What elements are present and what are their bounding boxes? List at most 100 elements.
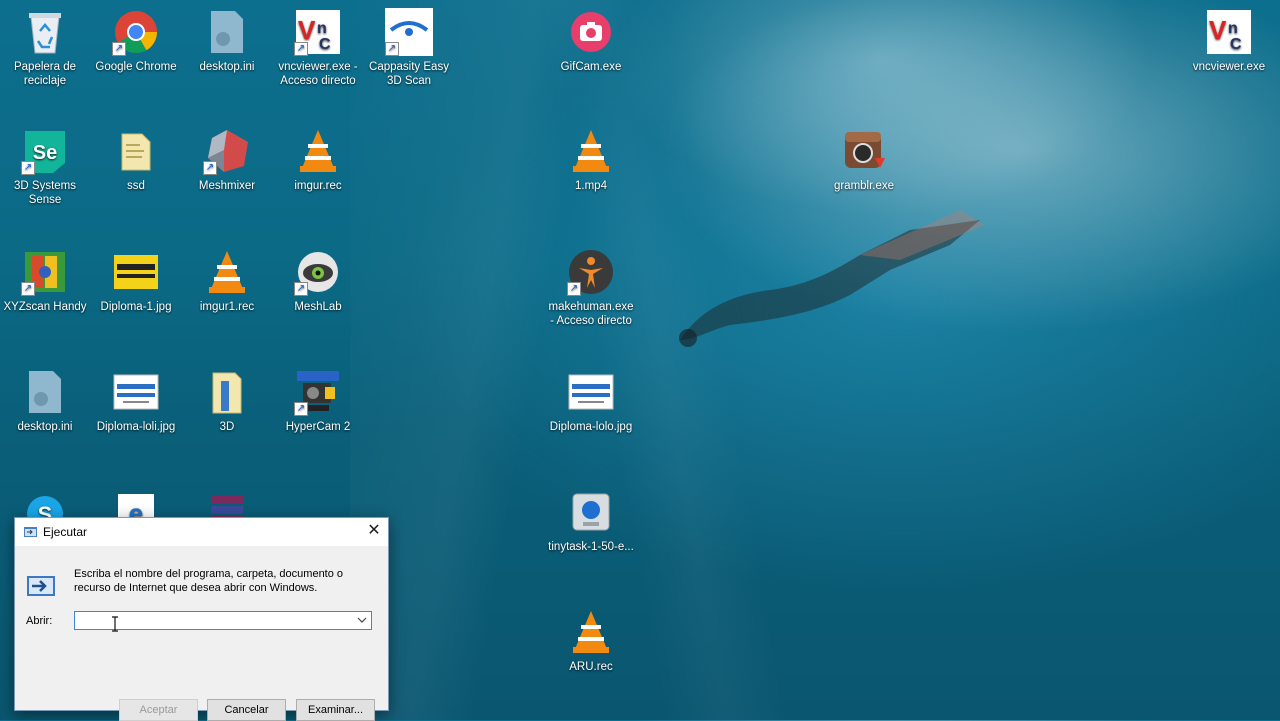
icon-label: Meshmixer [198,180,256,192]
dialog-titlebar[interactable]: Ejecutar ✕ [15,518,388,546]
desktop-icon-makehuman[interactable]: ↗ makehuman.exe - Acceso directo [546,248,636,328]
gramblr-icon [840,127,888,175]
folder-icon [112,127,160,175]
makehuman-icon: ↗ [567,248,615,296]
desktop-icon-xyzscan[interactable]: ↗ XYZscan Handy [0,248,90,314]
desktop-icon-vncviewer[interactable]: VnC vncviewer.exe [1184,8,1274,74]
sense-icon: Se ↗ [21,127,69,175]
desktop-icon-diploma-1[interactable]: Diploma-1.jpg [91,248,181,314]
svg-text:V: V [1209,15,1227,45]
image-icon [112,248,160,296]
cappasity-icon: ↗ [385,8,433,56]
desktop-icon-desktop-ini[interactable]: desktop.ini [182,8,272,74]
vlc-icon [567,608,615,656]
vnc-icon: VnC ↗ [294,8,342,56]
text-cursor-icon [112,616,118,632]
desktop-icon-recycle-bin[interactable]: Papelera de reciclaje [0,8,90,88]
icon-label: MeshLab [294,301,342,313]
close-button[interactable]: ✕ [360,518,388,544]
vlc-icon [567,127,615,175]
shortcut-arrow-icon: ↗ [203,161,217,175]
icon-label: imgur1.rec [199,301,255,313]
open-label: Abrir: [26,615,53,627]
vlc-icon [203,248,251,296]
icon-label: desktop.ini [17,421,73,433]
run-icon [24,527,37,537]
icon-label: 3D Systems Sense [14,180,76,206]
svg-text:C: C [1230,36,1242,53]
vlc-icon [294,127,342,175]
shortcut-arrow-icon: ↗ [385,42,399,56]
icon-label: imgur.rec [294,180,342,192]
icon-label: gramblr.exe [833,180,895,192]
icon-label: 1.mp4 [575,180,607,192]
icon-label: 3D [219,421,235,433]
icon-label: vncviewer.exe [1192,61,1266,73]
icon-label: vncviewer.exe - Acceso directo [278,61,358,87]
icon-label: makehuman.exe - Acceso directo [548,301,634,327]
icon-label: GifCam.exe [560,61,622,73]
gifcam-icon [567,8,615,56]
image-icon [112,368,160,416]
cancel-button[interactable]: Cancelar [207,699,286,721]
desktop-icon-gifcam[interactable]: GifCam.exe [546,8,636,74]
desktop-icon-aru-rec[interactable]: ARU.rec [546,608,636,674]
run-dialog: Ejecutar ✕ Escriba el nombre del program… [14,517,389,721]
meshmixer-icon: ↗ [203,127,251,175]
hypercam-icon: ↗ [294,368,342,416]
desktop-icon-1-mp4[interactable]: 1.mp4 [546,127,636,193]
desktop-icon-3d[interactable]: 3D [182,368,272,434]
svg-text:n: n [317,20,327,37]
icon-label: desktop.ini [199,61,255,73]
icon-label: Papelera de reciclaje [13,61,77,87]
desktop-icon-desktop-ini-2[interactable]: desktop.ini [0,368,90,434]
run-program-icon [27,576,55,596]
desktop-icon-imgur1-rec[interactable]: imgur1.rec [182,248,272,314]
shortcut-arrow-icon: ↗ [21,282,35,296]
meshlab-icon: ↗ [294,248,342,296]
dialog-title: Ejecutar [43,525,88,539]
xyzscan-icon: ↗ [21,248,69,296]
desktop-icon-cappasity[interactable]: ↗ Cappasity Easy 3D Scan [364,8,454,88]
desktop-icon-ssd[interactable]: ssd [91,127,181,193]
ini-file-icon [21,368,69,416]
svg-text:V: V [298,15,316,45]
icon-label: tinytask-1-50-e... [548,541,634,553]
desktop-icon-imgur-rec[interactable]: imgur.rec [273,127,363,193]
chevron-down-icon[interactable] [357,614,367,626]
recycle-bin-icon [21,8,69,56]
tinytask-icon [567,488,615,536]
icon-label: XYZscan Handy [3,301,87,313]
desktop-icon-diploma-lolo[interactable]: Diploma-lolo.jpg [546,368,636,434]
chrome-icon: ↗ [112,8,160,56]
desktop-icon-3d-systems-sense[interactable]: Se ↗ 3D Systems Sense [0,127,90,207]
desktop-icon-vncviewer-shortcut[interactable]: VnC ↗ vncviewer.exe - Acceso directo [273,8,363,88]
accept-button[interactable]: Aceptar [119,699,198,721]
icon-label: Diploma-lolo.jpg [549,421,633,433]
desktop-icon-google-chrome[interactable]: ↗ Google Chrome [91,8,181,74]
browse-button[interactable]: Examinar... [296,699,375,721]
shortcut-arrow-icon: ↗ [112,42,126,56]
folder-icon [203,368,251,416]
icon-label: Diploma-loli.jpg [96,421,176,433]
icon-label: HyperCam 2 [285,421,351,433]
shortcut-arrow-icon: ↗ [567,282,581,296]
desktop-icon-diploma-loli[interactable]: Diploma-loli.jpg [91,368,181,434]
shortcut-arrow-icon: ↗ [294,42,308,56]
icon-label: Google Chrome [95,61,177,73]
icon-label: ARU.rec [569,661,613,673]
shortcut-arrow-icon: ↗ [294,402,308,416]
ini-file-icon [203,8,251,56]
close-icon: ✕ [367,522,381,539]
vnc-icon: VnC [1205,8,1253,56]
desktop-icon-gramblr[interactable]: gramblr.exe [819,127,909,193]
desktop-icon-meshmixer[interactable]: ↗ Meshmixer [182,127,272,193]
dialog-description: Escriba el nombre del programa, carpeta,… [74,568,344,594]
desktop-icon-tinytask[interactable]: tinytask-1-50-e... [546,488,636,554]
icon-label: Diploma-1.jpg [100,301,172,313]
svg-text:Se: Se [33,142,57,164]
shortcut-arrow-icon: ↗ [294,282,308,296]
image-icon [567,368,615,416]
desktop-icon-hypercam[interactable]: ↗ HyperCam 2 [273,368,363,434]
desktop-icon-meshlab[interactable]: ↗ MeshLab [273,248,363,314]
